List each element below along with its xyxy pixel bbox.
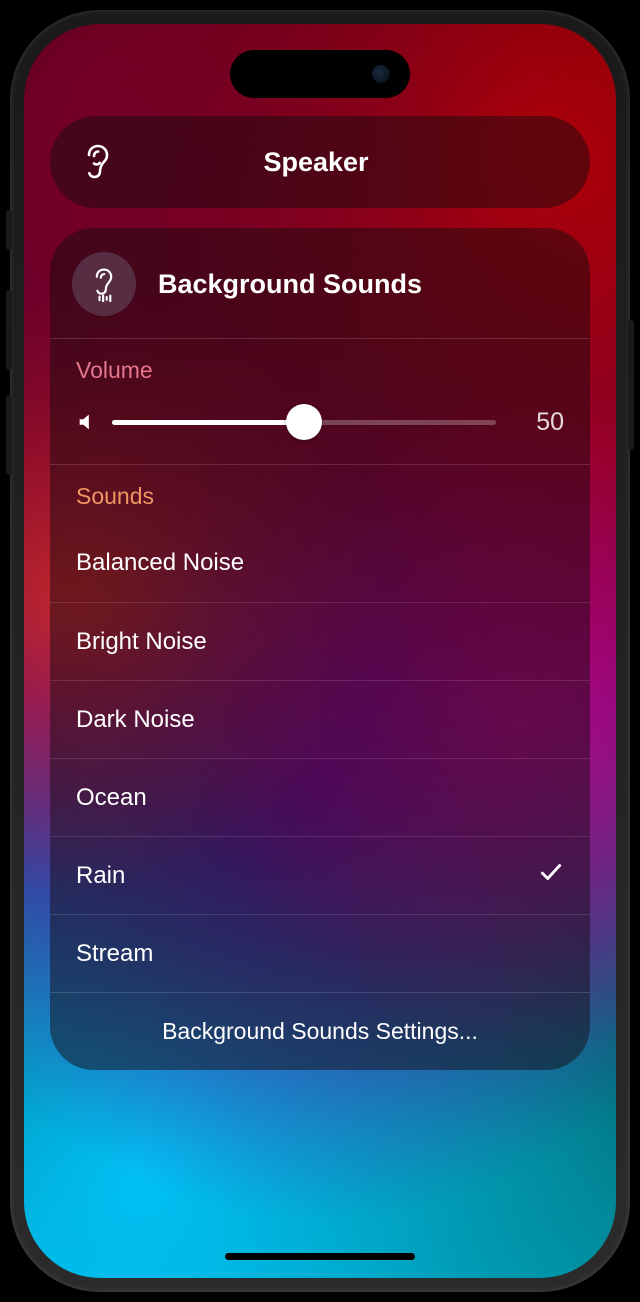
phone-frame: Speaker Background Sounds [10, 10, 630, 1292]
sounds-label: Sounds [50, 465, 590, 524]
sound-option[interactable]: Balanced Noise [50, 524, 590, 602]
card-title: Background Sounds [158, 269, 422, 300]
dynamic-island [230, 50, 410, 98]
volume-section: Volume 50 [50, 339, 590, 464]
speaker-small-icon [76, 411, 98, 433]
home-indicator[interactable] [225, 1253, 415, 1260]
volume-slider[interactable] [112, 406, 496, 438]
power-button [628, 320, 634, 450]
sound-option[interactable]: Rain [50, 836, 590, 914]
sound-name: Balanced Noise [76, 549, 564, 577]
volume-up-button [6, 290, 12, 370]
sound-name: Dark Noise [76, 706, 564, 734]
background-sounds-settings-button[interactable]: Background Sounds Settings... [50, 992, 590, 1070]
sounds-list: Balanced Noise Bright Noise Dark Noise Ocea… [50, 524, 590, 992]
volume-value: 50 [508, 408, 564, 437]
speaker-label: Speaker [68, 147, 564, 178]
background-sounds-icon[interactable] [72, 252, 136, 316]
background-sounds-card: Background Sounds Volume 5 [50, 228, 590, 1070]
sound-option[interactable]: Dark Noise [50, 680, 590, 758]
sound-name: Rain [76, 862, 538, 890]
side-button [6, 210, 12, 250]
sound-name: Bright Noise [76, 628, 564, 656]
sound-name: Ocean [76, 784, 564, 812]
checkmark-icon [538, 859, 564, 892]
sound-name: Stream [76, 940, 564, 968]
volume-label: Volume [50, 339, 590, 398]
speaker-button[interactable]: Speaker [50, 116, 590, 208]
settings-label: Background Sounds Settings... [162, 1018, 478, 1045]
sound-option[interactable]: Bright Noise [50, 602, 590, 680]
volume-down-button [6, 395, 12, 475]
sound-option[interactable]: Ocean [50, 758, 590, 836]
card-header: Background Sounds [50, 246, 590, 338]
screen: Speaker Background Sounds [24, 24, 616, 1278]
sound-option[interactable]: Stream [50, 914, 590, 992]
